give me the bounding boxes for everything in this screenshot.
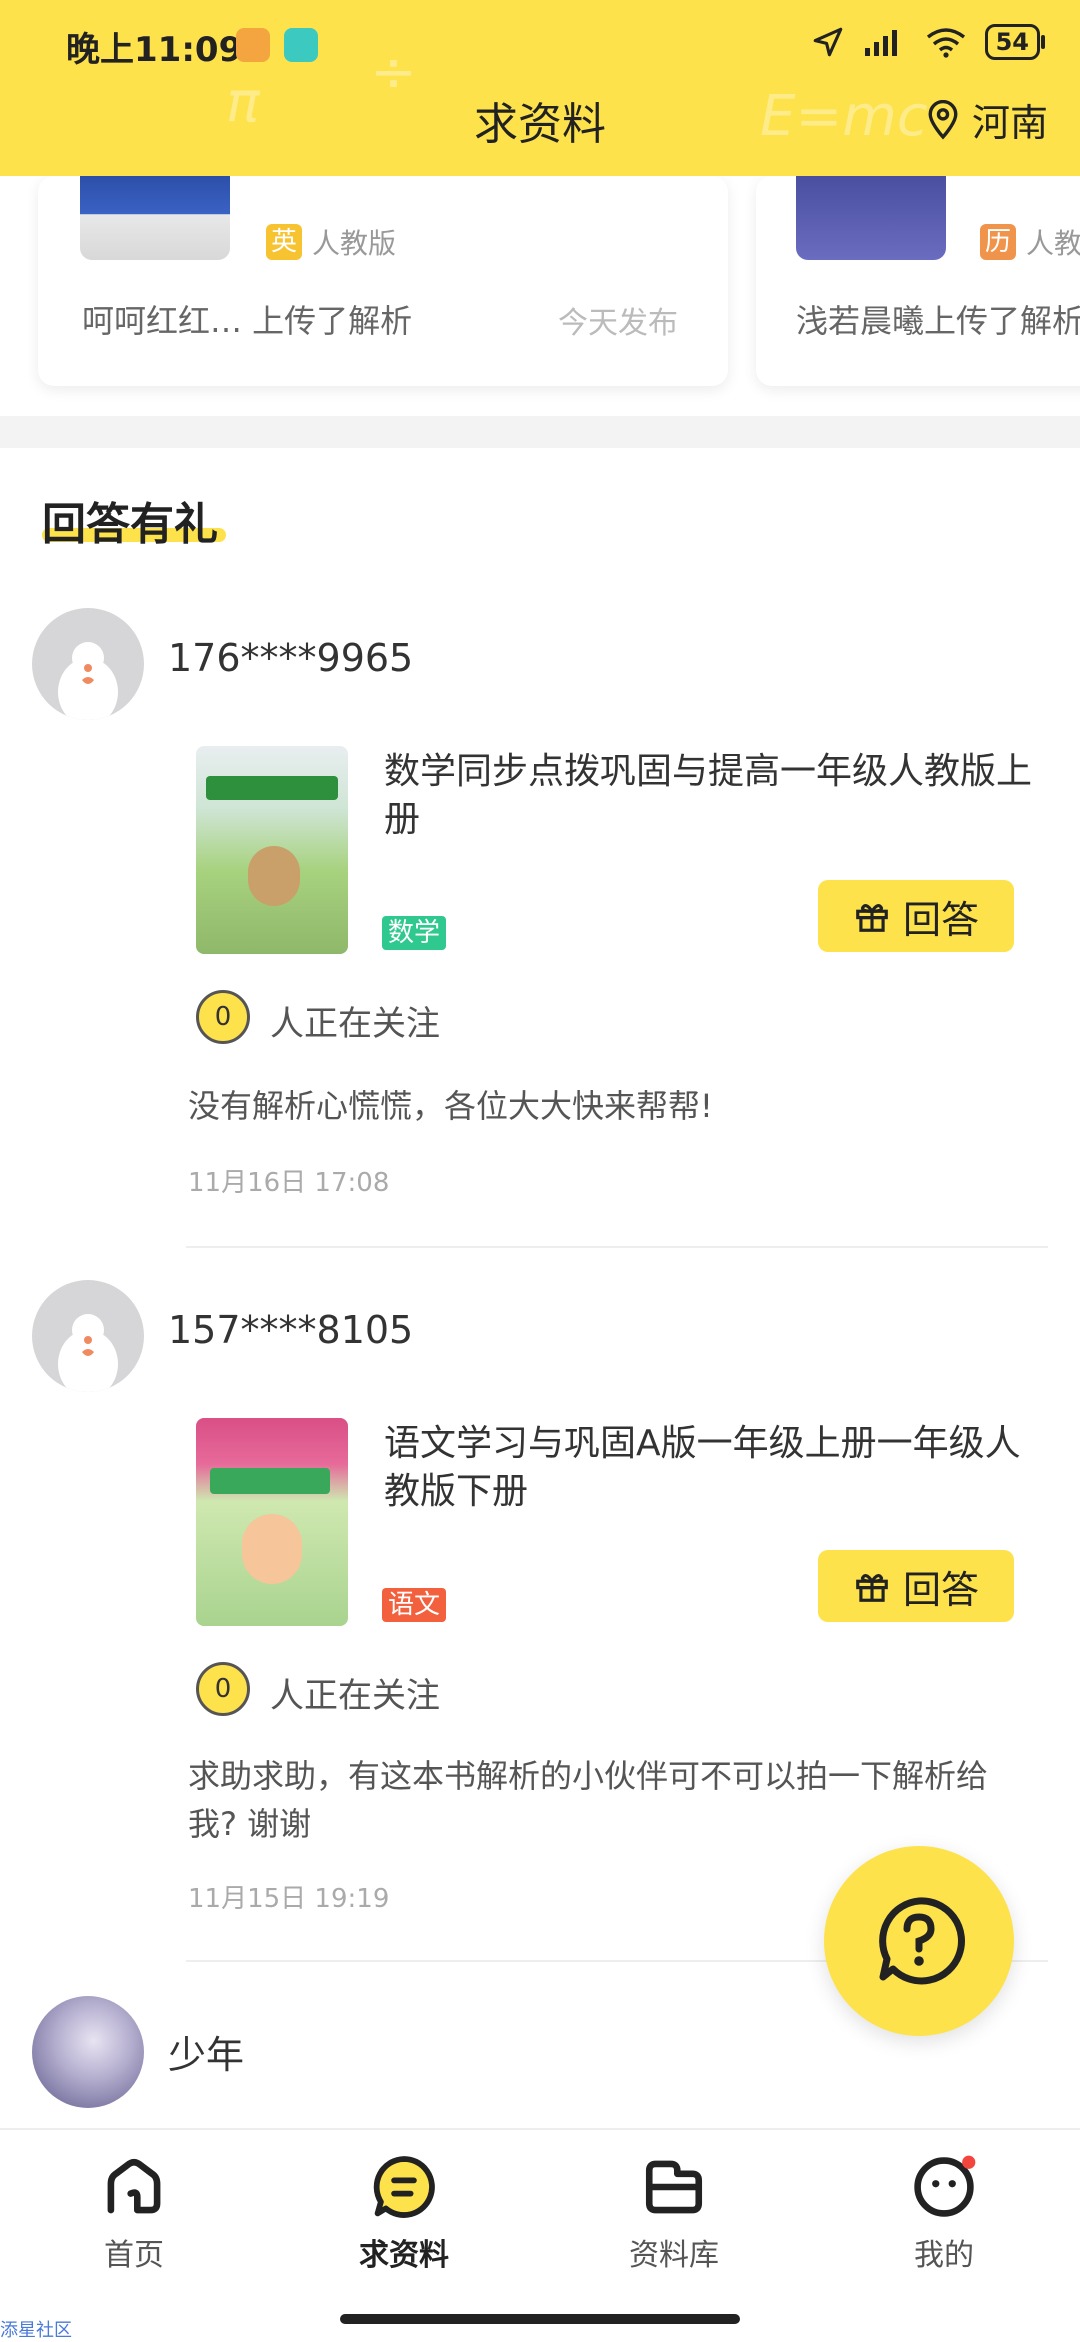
default-avatar-icon	[58, 642, 118, 720]
publish-time: 今天发布	[558, 306, 678, 341]
profile-face-icon	[914, 2155, 976, 2217]
book-thumbnail	[796, 176, 946, 260]
default-avatar-icon	[58, 1314, 118, 1392]
post-divider	[186, 1246, 1048, 1248]
book-title[interactable]: 数学同步点拨巩固与提高一年级人教版上册	[384, 748, 1044, 844]
map-pin-icon	[928, 99, 958, 140]
username[interactable]: 少年	[168, 2024, 244, 2079]
ask-question-fab[interactable]	[824, 1846, 1014, 2036]
nav-label: 首页	[104, 2238, 164, 2273]
watcher-text: 人正在关注	[270, 1004, 440, 1044]
nav-home[interactable]: 首页	[54, 2154, 214, 2274]
book-thumbnail	[80, 176, 230, 260]
gift-icon	[856, 1573, 888, 1602]
home-icon	[107, 2158, 161, 2214]
answer-button[interactable]: 回答	[818, 1550, 1014, 1622]
watcher-count: 0	[196, 1662, 250, 1716]
featured-carousel[interactable]: 英 人教版 呵呵红红… 上传了解析 今天发布 历 人教 浅若晨曦上传了解析	[0, 176, 1080, 416]
location-selector[interactable]: 河南	[926, 92, 1048, 147]
nav-profile[interactable]: 我的	[864, 2154, 1024, 2274]
chat-bubble-icon	[373, 2156, 435, 2218]
cover-illustration	[248, 846, 300, 906]
answer-button[interactable]: 回答	[818, 880, 1014, 952]
featured-card[interactable]: 英 人教版 呵呵红红… 上传了解析 今天发布	[38, 176, 728, 386]
cover-title-band	[210, 1468, 330, 1494]
nav-label: 资料库	[629, 2238, 719, 2273]
nav-label: 我的	[914, 2238, 974, 2273]
username[interactable]: 157****8105	[168, 1308, 413, 1352]
notification-send-icon	[284, 28, 318, 62]
book-cover[interactable]	[196, 746, 348, 954]
watcher-text: 人正在关注	[270, 1676, 440, 1716]
folder-icon	[645, 2160, 703, 2214]
status-icons: 54	[811, 24, 1046, 60]
uploader-text: 呵呵红红… 上传了解析	[82, 302, 413, 340]
notification-app-icon	[236, 28, 270, 62]
edition-label: 人教	[1026, 227, 1080, 260]
location-label: 河南	[971, 101, 1048, 145]
post-time: 11月15日 19:19	[188, 1884, 390, 1914]
nav-library[interactable]: 资料库	[594, 2154, 754, 2274]
post-body: 没有解析心慌慌，各位大大快来帮帮!	[188, 1087, 713, 1125]
watcher-count: 0	[196, 990, 250, 1044]
nav-label: 求资料	[359, 2238, 449, 2273]
subject-badge: 历	[980, 224, 1016, 260]
home-indicator[interactable]	[340, 2314, 740, 2324]
answer-label: 回答	[902, 899, 979, 942]
wifi-icon	[926, 28, 965, 58]
post-time: 11月16日 17:08	[188, 1168, 390, 1198]
featured-card[interactable]: 历 人教 浅若晨曦上传了解析	[756, 176, 1080, 386]
post-body: 求助求助，有这本书解析的小伙伴可不可以拍一下解析给我? 谢谢	[188, 1757, 989, 1843]
page-title: 求资料	[474, 99, 606, 150]
top-header: π ÷ E=mc 晚上11:09 54 求资料 河南	[0, 0, 1080, 176]
cover-illustration	[242, 1514, 302, 1584]
question-bubble-icon	[879, 1897, 965, 1985]
username[interactable]: 176****9965	[168, 636, 413, 680]
section-title: 回答有礼	[42, 499, 218, 550]
section-divider	[0, 416, 1080, 448]
cover-title-band	[206, 776, 338, 800]
edition-label: 人教版	[312, 227, 397, 260]
signal-icon	[864, 30, 897, 56]
battery-indicator: 54	[984, 24, 1046, 60]
bottom-navigation: 首页 求资料 资料库 我的	[0, 2128, 1080, 2342]
avatar[interactable]	[32, 1280, 144, 1392]
watermark: 添星社区	[0, 2320, 72, 2341]
subject-tag: 数学	[382, 916, 447, 950]
notification-dot	[962, 2155, 976, 2169]
book-title[interactable]: 语文学习与巩固A版一年级上册一年级人教版下册	[384, 1420, 1044, 1516]
answer-label: 回答	[902, 1569, 979, 1612]
uploader-text: 浅若晨曦上传了解析	[796, 302, 1080, 340]
avatar[interactable]	[32, 1996, 144, 2108]
book-cover[interactable]	[196, 1418, 348, 1626]
subject-tag: 语文	[382, 1588, 447, 1622]
location-arrow-icon	[813, 27, 842, 57]
avatar[interactable]	[32, 608, 144, 720]
nav-request[interactable]: 求资料	[324, 2154, 484, 2274]
gift-icon	[856, 903, 888, 932]
status-time: 晚上11:09	[66, 30, 243, 70]
subject-badge: 英	[266, 224, 302, 260]
